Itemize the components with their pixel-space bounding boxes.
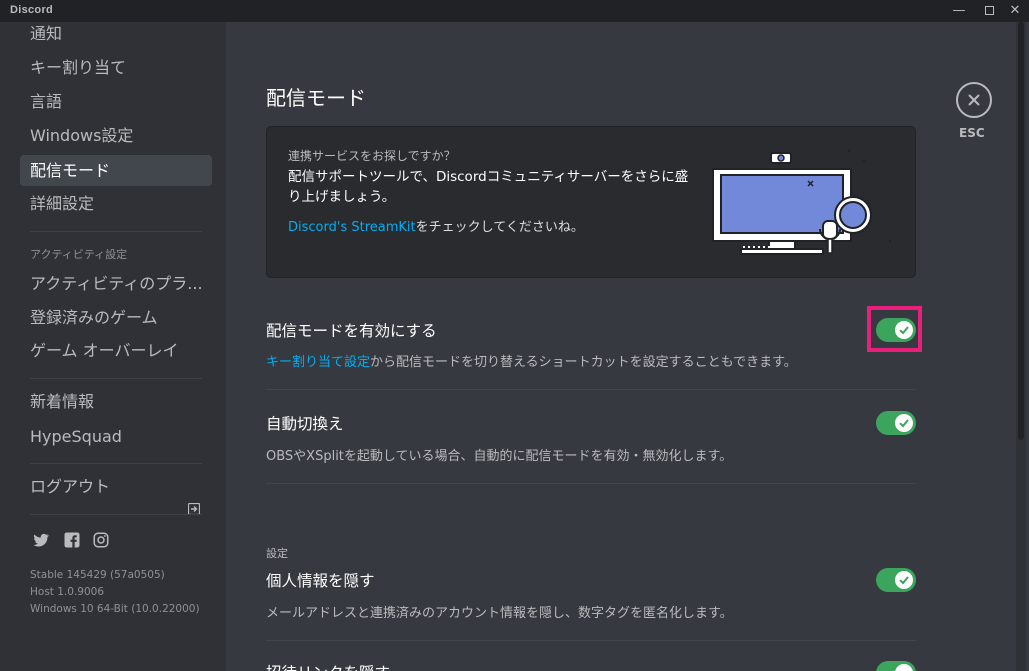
option-hide-personal-info-title: 個人情報を隠す	[266, 572, 375, 590]
sidebar-item-hypesquad[interactable]: HypeSquad	[20, 421, 212, 452]
sidebar-item-windows-settings[interactable]: Windows設定	[20, 120, 212, 151]
keybinds-settings-link[interactable]: キー割り当て設定	[266, 355, 370, 370]
close-window-button[interactable]: ✕	[1000, 0, 1029, 22]
close-icon	[968, 94, 980, 106]
option-hide-personal-info-desc: メールアドレスと連携済みのアカウント情報を隠し、数字タグを匿名化します。	[266, 606, 733, 621]
setting-divider	[266, 640, 916, 641]
setting-desc-text: から配信モードを切り替えるショートカットを設定することもできます。	[370, 355, 797, 370]
maximize-icon	[984, 6, 994, 15]
section-header-options: 設定	[266, 547, 288, 560]
build-info-stable: Stable 145429 (57a0505)	[30, 569, 165, 581]
sidebar-item-activity-privacy[interactable]: アクティビティのプラ...	[20, 268, 212, 299]
minimize-button[interactable]: —	[944, 0, 974, 22]
setting-divider	[266, 483, 916, 484]
title-bar: Discord — ✕	[0, 0, 1029, 22]
promo-link-suffix: をチェックしてくださいね。	[415, 220, 584, 235]
sidebar-item-advanced[interactable]: 詳細設定	[20, 188, 212, 219]
setting-enable-streamer-mode-title: 配信モードを有効にする	[266, 322, 437, 340]
setting-divider	[266, 389, 916, 390]
esc-label: ESC	[959, 126, 985, 140]
toggle-auto-toggle[interactable]	[876, 411, 916, 435]
scrollbar-thumb[interactable]	[1018, 22, 1024, 440]
build-info-host: Host 1.0.9006	[30, 586, 105, 598]
build-info-os: Windows 10 64-Bit (10.0.22000)	[30, 603, 200, 615]
setting-enable-streamer-mode-desc: キー割り当て設定から配信モードを切り替えるショートカットを設定することもできます…	[266, 351, 797, 370]
page-title: 配信モード	[266, 86, 366, 110]
sidebar-divider	[30, 378, 202, 379]
streamkit-promo-card: 連携サービスをお探しですか？ 配信サポートツールで、Discordコミュニティサ…	[266, 126, 916, 278]
promo-text: 配信サポートツールで、Discordコミュニティサーバーをさらに盛り上げましょう…	[288, 169, 689, 205]
sidebar-item-streamer-mode[interactable]: 配信モード	[20, 155, 212, 186]
toggle-knob	[895, 571, 913, 589]
toggle-knob	[895, 664, 913, 671]
sidebar-header-activity: アクティビティ設定	[30, 248, 128, 261]
scrollbar[interactable]	[1016, 22, 1026, 671]
setting-auto-toggle-desc: OBSやXSplitを起動している場合、自動的に配信モードを有効・無効化します。	[266, 449, 733, 464]
sidebar-item-registered-games[interactable]: 登録済みのゲーム	[20, 302, 212, 333]
check-icon	[899, 576, 909, 585]
close-settings-button[interactable]	[956, 82, 992, 118]
sidebar-item-keybinds[interactable]: キー割り当て	[20, 52, 212, 83]
streamkit-link[interactable]: Discord's StreamKit	[288, 220, 416, 235]
setting-auto-toggle-title: 自動切換え	[266, 415, 344, 433]
sidebar-divider	[30, 463, 202, 464]
sidebar-item-whats-new[interactable]: 新着情報	[20, 386, 212, 417]
sidebar-item-game-overlay[interactable]: ゲーム オーバーレイ	[20, 335, 212, 366]
streamer-illustration	[712, 149, 892, 255]
check-icon	[899, 419, 909, 428]
toggle-knob	[895, 414, 913, 432]
sidebar-item-notifications[interactable]: 通知	[20, 22, 212, 49]
option-hide-invite-links-title: 招待リンクを隠す	[266, 661, 390, 671]
sidebar-divider	[30, 514, 202, 515]
app-title: Discord	[10, 4, 54, 16]
promo-question: 連携サービスをお探しですか？	[288, 149, 456, 163]
facebook-icon[interactable]	[63, 531, 81, 549]
sidebar-item-language[interactable]: 言語	[20, 86, 212, 117]
promo-link-line: Discord's StreamKitをチェックしてくださいね。	[288, 216, 584, 235]
sidebar-divider	[30, 231, 202, 232]
twitter-icon[interactable]	[32, 531, 50, 549]
highlight-box	[867, 306, 922, 352]
sidebar-item-logout[interactable]: ログアウト	[20, 471, 212, 502]
settings-sidebar: 通知 キー割り当て 言語 Windows設定 配信モード 詳細設定 アクティビテ…	[0, 22, 226, 671]
toggle-hide-invite-links[interactable]	[876, 661, 916, 671]
instagram-icon[interactable]	[92, 531, 110, 549]
toggle-hide-personal-info[interactable]	[876, 568, 916, 592]
